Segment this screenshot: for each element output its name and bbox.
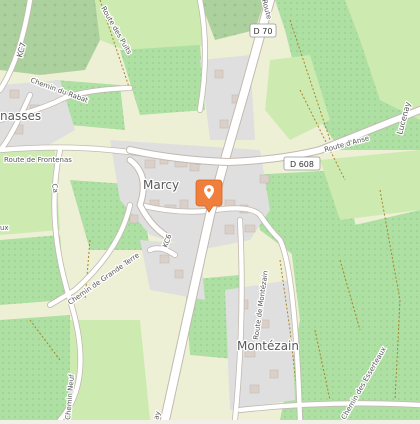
shield-d608: D 608 bbox=[283, 156, 321, 171]
label-nasses: nasses bbox=[0, 109, 41, 123]
map-view[interactable]: D 70 D 608 Marcy Montézain nasses Lucena… bbox=[0, 0, 420, 424]
svg-text:D 608: D 608 bbox=[290, 160, 314, 169]
label-route-de-frontenas: Route de Frontenas bbox=[4, 156, 72, 164]
label-marcy: Marcy bbox=[143, 178, 179, 192]
label-ux: ux bbox=[0, 224, 9, 232]
label-ca: Ca bbox=[50, 183, 59, 193]
vineyard-area bbox=[0, 315, 70, 420]
shield-d70: D 70 bbox=[249, 23, 277, 38]
label-montezain: Montézain bbox=[237, 339, 299, 353]
svg-text:D 70: D 70 bbox=[254, 27, 273, 36]
